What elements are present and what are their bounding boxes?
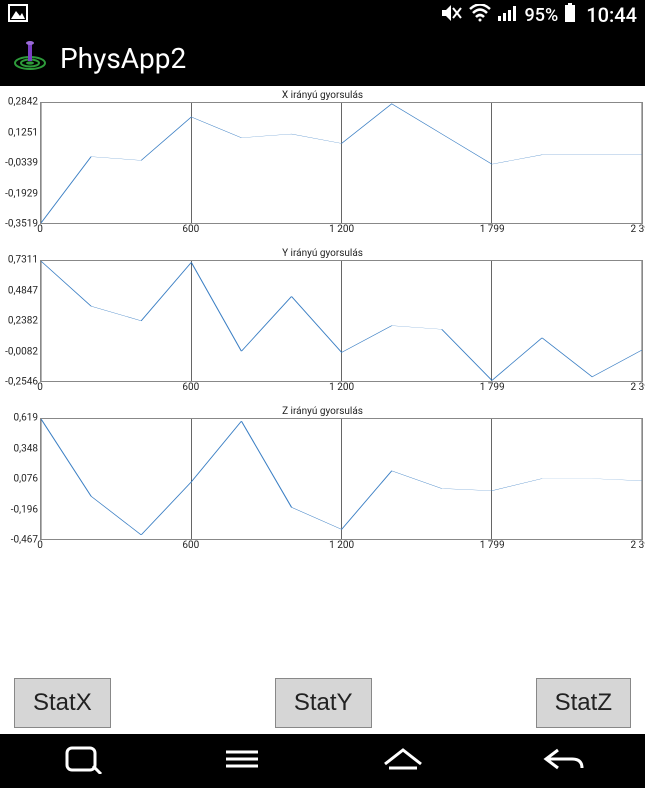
chart-y-title: Y irányú gyorsulás [2,248,643,260]
chart-z-plot [41,419,642,539]
status-bar: 95% 10:44 [0,0,645,30]
chart-z-title: Z irányú gyorsulás [2,406,643,418]
chart-x-xaxis: 06001 2001 7992 399 [40,224,643,238]
clock: 10:44 [586,3,637,27]
nav-home-icon[interactable] [375,744,431,778]
chart-y-plot [41,261,642,381]
chart-z-xaxis: 06001 2001 7992 399 [40,540,643,554]
nav-apps-icon[interactable] [53,744,109,778]
battery-pct: 95% [525,5,559,26]
chart-x: X irányú gyorsulás 0,28420,1251-0,0339-0… [2,90,643,238]
signal-icon [497,4,519,27]
mute-icon [441,4,463,27]
chart-x-yaxis: 0,28420,1251-0,0339-0,1929-0,3519 [2,102,40,224]
app-bar: PhysApp2 [0,30,645,86]
statz-button[interactable]: StatZ [536,678,631,728]
nav-menu-icon[interactable] [214,744,270,778]
wifi-icon [469,4,491,27]
chart-z: Z irányú gyorsulás 0,6190,3480,076-0,196… [2,406,643,554]
battery-icon [564,3,576,28]
app-title: PhysApp2 [60,42,186,75]
chart-z-yaxis: 0,6190,3480,076-0,196-0,467 [2,418,40,540]
app-icon [12,37,48,80]
chart-x-plot [41,103,642,223]
chart-x-title: X irányú gyorsulás [2,90,643,102]
statx-button[interactable]: StatX [14,678,111,728]
chart-y: Y irányú gyorsulás 0,73110,48470,2382-0,… [2,248,643,396]
chart-y-xaxis: 06001 2001 7992 399 [40,382,643,396]
chart-y-yaxis: 0,73110,48470,2382-0,0082-0,2546 [2,260,40,382]
nav-back-icon[interactable] [536,744,592,778]
button-row: StatX StatY StatZ [0,678,645,728]
staty-button[interactable]: StatY [275,678,372,728]
chart-area: X irányú gyorsulás 0,28420,1251-0,0339-0… [0,86,645,554]
screenshot-icon [8,4,28,27]
nav-bar [0,734,645,788]
